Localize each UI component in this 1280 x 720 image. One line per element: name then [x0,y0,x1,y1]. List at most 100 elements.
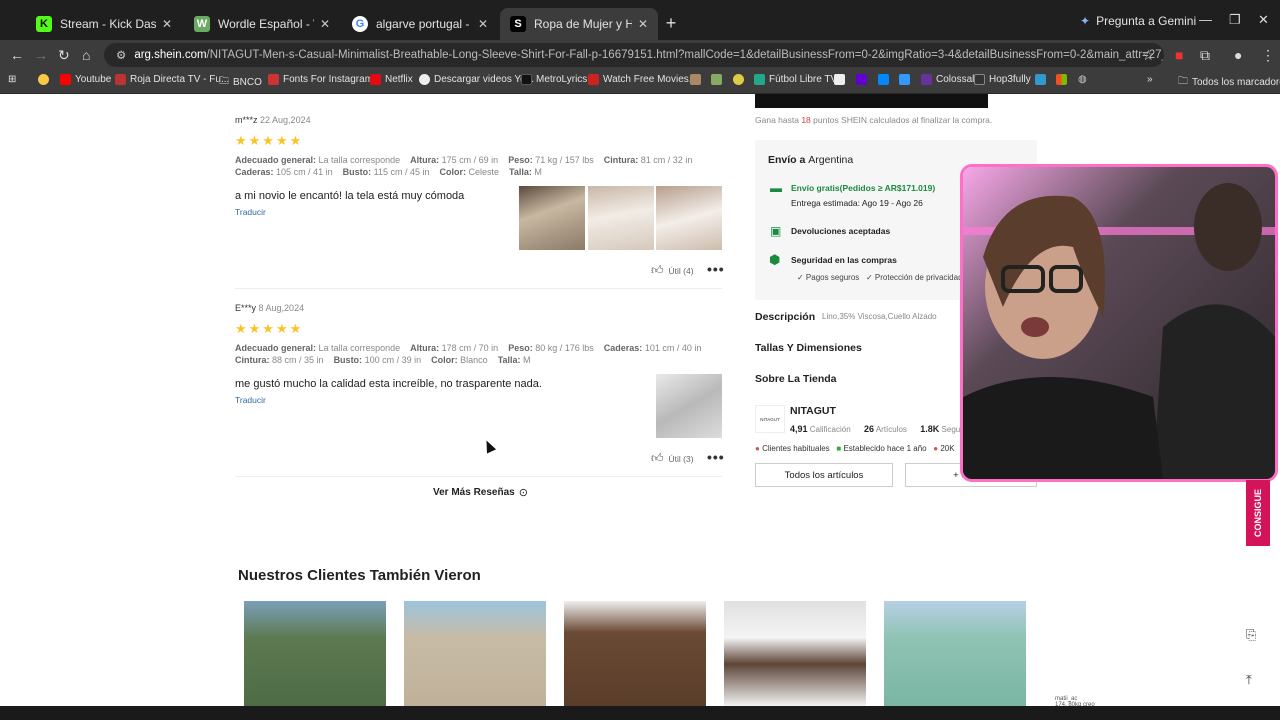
roja-icon [115,74,126,85]
restore-button[interactable]: ❐ [1229,12,1241,28]
bookmark-metrolyrics[interactable]: MetroLyrics [521,74,587,85]
close-icon[interactable]: ✕ [320,17,330,31]
bookmark-favicon [711,74,722,85]
store-name[interactable]: NITAGUT [790,405,836,417]
home-icon[interactable]: ⌂ [82,47,90,63]
new-tab-button[interactable]: + [662,14,680,32]
bookmark-favicon [733,74,744,85]
attr-value: La talla corresponde [318,155,401,165]
attr-label: Peso: [508,155,533,165]
bookmark-globe[interactable]: ◍ [1078,74,1087,85]
attr-label: Altura: [410,155,440,165]
extension-icon[interactable]: ■ [1175,47,1183,63]
bookmark-star-icon[interactable]: ☆ [1142,47,1155,64]
bookmark-icon-d[interactable] [834,74,845,85]
product-card[interactable] [404,601,546,706]
menu-kebab-icon[interactable]: ⋮ [1261,47,1275,64]
back-to-top-icon[interactable]: ⤒ [1246,672,1252,688]
close-window-button[interactable]: ✕ [1258,12,1269,28]
bookmark-yahoo[interactable] [856,74,867,85]
bookmark-hop3fully[interactable]: Hop3fully [974,74,1031,85]
profile-avatar[interactable]: ● [1234,47,1242,63]
truck-icon: ▬ [770,181,782,195]
helpful-button[interactable]: 👍︎ Útil (4) [651,263,694,278]
tab-wordle[interactable]: W Wordle Español - Wordle ilimita ✕ [184,8,340,40]
url-bar[interactable]: ⚙ arg.shein.com/NITAGUT-Men-s-Casual-Min… [104,43,1164,67]
attr-value: Celeste [468,167,500,177]
attr-value: Blanco [460,355,488,365]
consigue-tab[interactable]: CONSIGUE [1246,480,1270,546]
attr-value: 178 cm / 70 in [441,343,499,353]
address-toolbar: ← → ↻ ⌂ ⚙ arg.shein.com/NITAGUT-Men-s-Ca… [0,40,1280,70]
status-bar [0,706,1280,720]
shazam-icon [878,74,889,85]
bookmark-futbol[interactable]: Fútbol Libre TV [754,74,837,85]
bookmark-watch-movies[interactable]: Watch Free Movies... [588,74,697,85]
shipping-country[interactable]: Argentina [808,154,853,166]
bookmark-microsoft[interactable] [1056,74,1067,85]
store-tags: ● Clientes habituales ■ Establecido hace… [755,444,955,453]
bookmark-descargar[interactable]: Descargar videos Yo... [419,74,534,85]
product-card[interactable] [564,601,706,706]
close-icon[interactable]: ✕ [638,17,648,31]
store-heading[interactable]: Sobre La Tienda [755,373,837,385]
bookmark-youtube[interactable]: Youtube [60,74,111,85]
review-photo[interactable] [588,186,654,250]
bookmark-netflix[interactable]: Netflix [370,74,413,85]
description-heading[interactable]: Descripción [755,311,815,323]
product-card[interactable] [724,601,866,706]
gemini-button[interactable]: ✦ Pregunta a Gemini [1080,14,1196,28]
site-info-icon[interactable]: ⚙ [116,48,126,62]
forward-button[interactable]: → [34,47,48,63]
bookmark-icon-c[interactable] [733,74,744,85]
minimize-button[interactable]: — [1199,12,1212,27]
people-icon: ● [755,444,760,453]
more-options-icon[interactable]: ••• [707,261,725,277]
store-logo[interactable]: NITAGUT [755,405,785,433]
back-button[interactable]: ← [10,47,24,63]
bookmark-icon-b[interactable] [711,74,722,85]
extensions-puzzle-icon[interactable]: ⧉ [1200,47,1210,64]
review-photo[interactable] [656,186,722,250]
bookmark-bnco[interactable]: 🗀 BNCO [219,74,262,91]
helpful-button[interactable]: 👍︎ Útil (3) [651,451,694,466]
review-photo[interactable] [656,374,722,438]
attr-label: Peso: [508,343,533,353]
add-to-cart-bar[interactable] [755,94,988,108]
all-bookmarks-folder[interactable]: 🗀 Todos los marcadores [1178,74,1280,91]
review-user: m***z 22 Aug,2024 [235,115,723,125]
star-rating: ★★★★★ [235,321,304,336]
more-options-icon[interactable]: ••• [707,449,725,465]
tab-shein[interactable]: S Ropa de Mujer y Hombre, Com ✕ [500,8,658,40]
google-icon: G [352,16,368,32]
tab-title: algarve portugal - Buscar con G [376,17,472,31]
review-photo[interactable] [519,186,585,250]
attr-value: 175 cm / 69 in [441,155,499,165]
sizes-heading[interactable]: Tallas Y Dimensiones [755,342,862,354]
tab-google[interactable]: G algarve portugal - Buscar con G ✕ [342,8,498,40]
globe-icon: ◍ [1078,74,1087,85]
reload-button[interactable]: ↻ [58,47,70,64]
all-items-button[interactable]: Todos los artículos [755,463,893,487]
bookmarks-overflow-button[interactable]: » [1147,74,1153,85]
privacy-protection: ✓ Protección de privacidad [866,273,963,282]
apps-grid-icon[interactable]: ⊞ [8,74,16,85]
more-reviews-link[interactable]: Ver Más Reseñas ⊙ [433,486,528,499]
bookmark-icon-a[interactable] [690,74,701,85]
product-card[interactable] [244,601,386,706]
product-card[interactable] [884,601,1026,706]
bookmark-shazam[interactable] [878,74,889,85]
close-icon[interactable]: ✕ [162,17,172,31]
close-icon[interactable]: ✕ [478,17,488,31]
bookmark-roja[interactable]: Roja Directa TV - Fu... [115,74,229,85]
clipboard-icon[interactable]: ⎘ [1246,627,1256,643]
bookmark-fonts[interactable]: Fonts For Instagram... [268,74,381,85]
bookmark-colossal[interactable]: Colossal [921,74,974,85]
attr-label: Cintura: [603,155,639,165]
bookmark-icon-f[interactable] [1035,74,1046,85]
bookmark-emoji[interactable] [38,74,49,85]
translate-link[interactable]: Traducir [235,395,723,405]
tab-kick[interactable]: K Stream - Kick Dashboard ✕ [26,8,182,40]
bookmark-icon-e[interactable] [899,74,910,85]
review-size-info: Adecuado general: La talla corresponde A… [235,342,723,366]
